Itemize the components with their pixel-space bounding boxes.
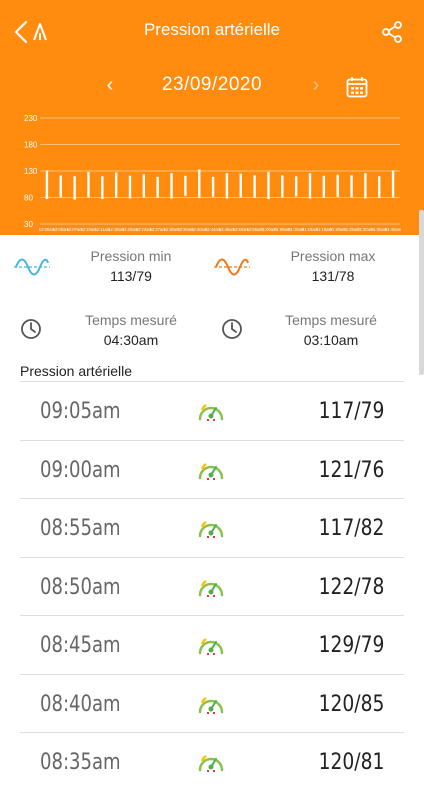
wave-blue-icon [14, 258, 50, 276]
measure-value: 117/82 [318, 516, 384, 541]
chart-bar [322, 175, 326, 199]
max-measure-time: Temps mesuré 03:10am [262, 312, 400, 348]
chart-bar [364, 173, 367, 199]
page-title: Pression artérielle [143, 20, 281, 39]
share-icon [382, 21, 402, 43]
chart-bar [142, 174, 146, 198]
max-time-icon-wrap [221, 318, 243, 340]
list-item[interactable]: 09:00am 121/76 [20, 439, 404, 499]
measure-time: 09:00am [40, 457, 121, 483]
chart-bar [253, 175, 256, 199]
measure-time: 08:55am [40, 516, 121, 541]
min-pressure: Pression min 113/79 [70, 248, 192, 284]
scrollbar[interactable] [419, 210, 424, 375]
chart-bar [170, 173, 173, 199]
next-day-button[interactable]: › [306, 74, 326, 97]
gauge-icon [198, 693, 224, 715]
measure-value: 120/81 [318, 750, 384, 775]
chart-bar [73, 176, 76, 200]
list-item[interactable]: 08:55am 117/82 [20, 498, 404, 557]
gauge-icon [198, 751, 224, 773]
calendar-button[interactable] [346, 76, 368, 98]
y-tick-label: 30 [24, 220, 33, 229]
chart-bar [101, 176, 104, 200]
list-item[interactable]: 08:50am 122/78 [20, 556, 404, 616]
measure-time: 08:50am [40, 574, 121, 600]
min-measure-time: Temps mesuré 04:30am [62, 312, 200, 348]
y-tick-label: 230 [24, 114, 38, 123]
chart-bar [267, 172, 270, 200]
chart-bar [128, 175, 132, 199]
min-pressure-label: Pression min [90, 248, 172, 264]
list-item[interactable]: 09:05am 117/79 [20, 381, 404, 440]
chart-bar [114, 172, 118, 199]
measure-time: 09:05am [40, 399, 121, 424]
measure-value: 120/85 [318, 691, 384, 717]
max-time-label: Temps mesuré [285, 312, 377, 328]
summary-panel: Pression min 113/79 Pression max 131/78 … [0, 235, 424, 365]
chart-bar [198, 169, 201, 199]
max-pressure-label: Pression max [290, 248, 376, 264]
measure-time: 08:35am [40, 750, 121, 775]
share-button[interactable] [380, 20, 404, 44]
measure-time: 08:40am [40, 691, 121, 717]
y-tick-label: 180 [24, 141, 38, 150]
list-item[interactable]: 08:45am 129/79 [20, 615, 404, 674]
gauge-icon [198, 576, 224, 598]
chart-bar [225, 173, 229, 199]
clock-icon [21, 319, 41, 339]
chart-bar [294, 176, 298, 197]
chart-bar [59, 175, 62, 198]
min-time-icon-wrap [20, 318, 42, 340]
y-tick-label: 80 [24, 194, 33, 203]
gauge-icon [198, 459, 224, 481]
list-title: Pression artérielle [20, 363, 133, 379]
gauge-icon [198, 634, 224, 656]
chart-bar [378, 176, 381, 199]
list-item[interactable]: 08:40am 120/85 [20, 673, 404, 733]
min-time-label: Temps mesuré [85, 312, 177, 328]
chart-bar [391, 170, 395, 198]
min-time-value: 04:30am [103, 332, 159, 348]
measurement-list: 09:05am 117/79 09:00am 121/76 08:55am 11… [20, 381, 404, 791]
chart-bar [336, 174, 339, 197]
min-pressure-icon-wrap [14, 257, 50, 277]
x-tick-label: 01:40am [385, 227, 402, 232]
date-navigator: ‹ 23/09/2020 › [0, 72, 424, 102]
header: Pression artérielle ‹ 23/09/2020 › 230 1… [0, 0, 424, 235]
clock-icon [222, 319, 242, 339]
max-pressure: Pression max 131/78 [272, 248, 394, 284]
chart-bar [308, 173, 312, 199]
measure-value: 117/79 [318, 399, 384, 424]
calendar-icon [346, 77, 368, 98]
chart-bar [45, 170, 49, 200]
top-bar: Pression artérielle [0, 0, 424, 60]
chart-bar [239, 173, 242, 198]
max-pressure-icon-wrap [214, 257, 250, 277]
wave-orange-icon [214, 258, 250, 276]
measure-value: 121/76 [318, 457, 384, 483]
chart-bar [211, 176, 215, 197]
measure-time: 08:45am [40, 633, 121, 658]
max-pressure-value: 131/78 [311, 268, 355, 284]
chart-bar [156, 176, 159, 199]
chart-bar [87, 172, 90, 198]
max-time-value: 03:10am [303, 332, 359, 348]
chart-bar [281, 175, 284, 198]
chart-bar [184, 175, 187, 196]
min-pressure-value: 113/79 [110, 268, 152, 284]
gauge-icon [198, 400, 224, 422]
chart-bar [350, 175, 353, 198]
measure-value: 122/78 [318, 574, 384, 600]
y-tick-label: 130 [24, 167, 38, 176]
list-item[interactable]: 08:35am 120/81 [20, 732, 404, 791]
gauge-icon [198, 517, 224, 539]
blood-pressure-chart: 230180130803012:00am12:06am12:07am12:10a… [24, 114, 402, 232]
measure-value: 129/79 [318, 633, 384, 658]
